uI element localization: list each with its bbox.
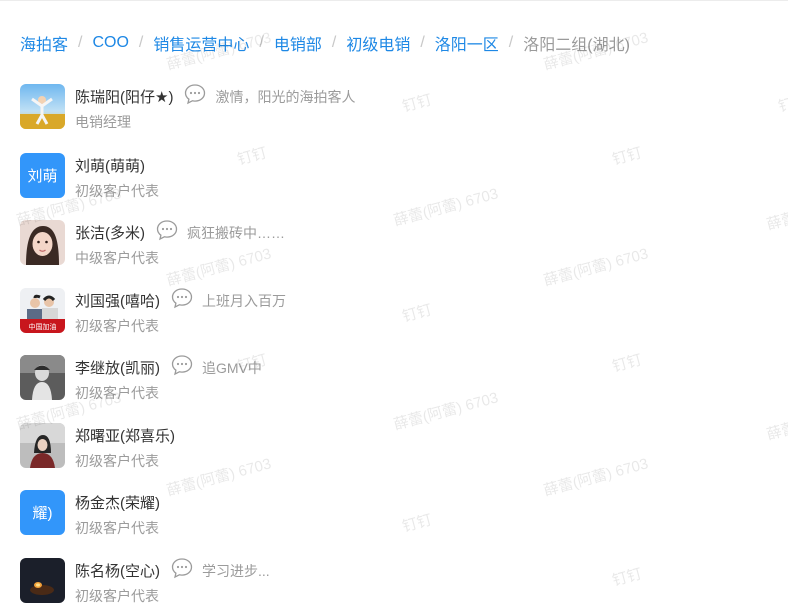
avatar-photo-candle-dark [20,558,65,603]
member-name[interactable]: 杨金杰(荣耀) [75,495,160,512]
member-row[interactable]: 陈名杨(空心) 学习进步... 初级客户代表 [20,558,760,606]
member-name-line: 张洁(多米) 疯狂搬砖中…… [75,219,285,245]
watermark-text: 钉钉 [776,91,788,116]
chat-bubble-icon[interactable] [170,557,194,583]
breadcrumb-separator: / [78,34,83,51]
breadcrumb-item-junior-telesales[interactable]: 初级电销 [346,31,410,55]
avatar-photo-woman [20,220,65,265]
breadcrumb-separator: / [331,34,337,51]
member-signature: 学习进步... [202,563,270,579]
member-name[interactable]: 陈瑞阳(阳仔★) [75,89,173,106]
breadcrumb-item-coo[interactable]: COO [92,34,128,52]
chat-bubble-icon[interactable] [183,83,207,109]
member-row[interactable]: 张洁(多米) 疯狂搬砖中…… 中级客户代表 [20,220,760,268]
member-row[interactable]: 陈瑞阳(阳仔★) 激情，阳光的海拍客人 电销经理 [20,84,760,132]
avatar-initials: 刘萌 [27,168,58,185]
avatar[interactable] [20,84,65,129]
member-title: 初级客户代表 [75,318,159,334]
avatar-initials: 耀) [32,505,53,522]
member-title: 初级客户代表 [75,588,159,604]
avatar-caption: 中国加油 [28,324,57,331]
avatar[interactable] [20,220,65,265]
top-divider [0,0,788,1]
member-name-line: 李继放(凯丽) 追GMV中 [75,354,262,380]
breadcrumb-item-telesales-dept[interactable]: 电销部 [274,31,322,55]
member-name-line: 杨金杰(荣耀) [75,492,160,513]
member-name[interactable]: 陈名杨(空心) [75,563,160,580]
member-signature: 追GMV中 [202,360,262,376]
member-row[interactable]: 李继放(凯丽) 追GMV中 初级客户代表 [20,355,760,403]
member-title: 中级客户代表 [75,250,159,266]
member-name[interactable]: 刘萌(萌萌) [75,158,145,175]
member-signature: 疯狂搬砖中…… [187,225,285,241]
breadcrumb-item-current-group: 洛阳二组(湖北) [523,37,630,54]
avatar-photo-child-bw [20,355,65,400]
member-row[interactable]: 中国加油 刘国强(嘻哈) 上班月入百万 初级客户代表 [20,288,760,336]
watermark-text: 薛蕾(阿蕾) 6703 [764,399,788,444]
member-name[interactable]: 郑曙亚(郑喜乐) [75,428,175,445]
breadcrumb-item-luoyang-zone-1[interactable]: 洛阳一区 [435,31,499,55]
member-title: 初级客户代表 [75,183,159,199]
member-signature: 激情，阳光的海拍客人 [215,89,356,105]
member-title: 初级客户代表 [75,453,159,469]
breadcrumb-separator: / [138,34,144,51]
avatar[interactable]: 刘萌 [20,153,65,198]
avatar[interactable]: 中国加油 [20,288,65,333]
breadcrumb-item-hipac[interactable]: 海拍客 [20,31,68,55]
member-name-line: 陈瑞阳(阳仔★) 激情，阳光的海拍客人 [75,83,356,109]
breadcrumb-separator: / [420,34,425,51]
member-row[interactable]: 刘萌 刘萌(萌萌) 初级客户代表 [20,153,760,201]
watermark-text: 薛蕾(阿蕾) 6703 [764,189,788,234]
member-name[interactable]: 张洁(多米) [75,225,145,242]
member-name-line: 郑曙亚(郑喜乐) [75,425,175,446]
breadcrumb: 海拍客 / COO / 销售运营中心 / 电销部 / 初级电销 / 洛阳一区 /… [20,32,630,54]
avatar[interactable] [20,558,65,603]
member-title: 初级客户代表 [75,520,159,536]
chat-bubble-icon[interactable] [170,287,194,313]
member-signature: 上班月入百万 [202,293,286,309]
member-row[interactable]: 耀) 杨金杰(荣耀) 初级客户代表 [20,490,760,538]
breadcrumb-separator: / [259,34,264,51]
member-row[interactable]: 郑曙亚(郑喜乐) 初级客户代表 [20,423,760,471]
avatar[interactable]: 耀) [20,490,65,535]
member-title: 电销经理 [75,114,131,130]
member-name-line: 陈名杨(空心) 学习进步... [75,557,270,583]
avatar-photo-woman-indoor [20,423,65,468]
chat-bubble-icon[interactable] [170,354,194,380]
member-name[interactable]: 刘国强(嘻哈) [75,293,160,310]
avatar[interactable] [20,355,65,400]
breadcrumb-separator: / [508,34,514,51]
avatar-photo-sunny-field [20,84,65,129]
member-name-line: 刘国强(嘻哈) 上班月入百万 [75,287,286,313]
avatar[interactable] [20,423,65,468]
chat-bubble-icon[interactable] [155,219,179,245]
breadcrumb-item-sales-ops-center[interactable]: 销售运营中心 [153,31,249,55]
member-name[interactable]: 李继放(凯丽) [75,360,160,377]
member-title: 初级客户代表 [75,385,159,401]
member-name-line: 刘萌(萌萌) [75,155,145,176]
